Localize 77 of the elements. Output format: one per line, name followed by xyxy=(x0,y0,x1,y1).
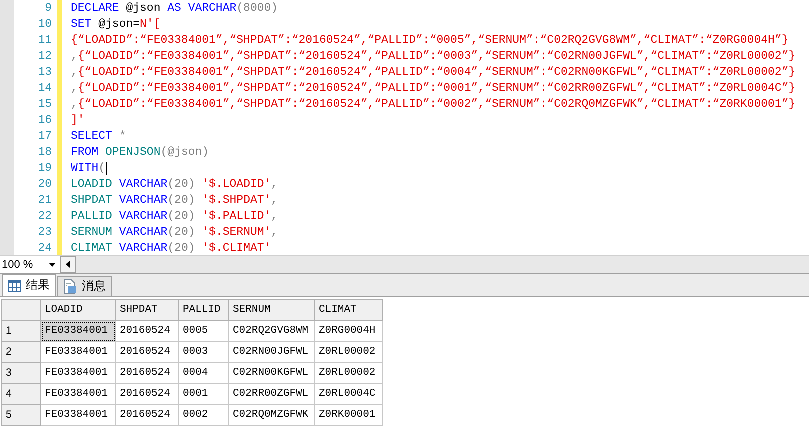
line-number: 18 xyxy=(37,146,52,158)
line-number: 19 xyxy=(37,162,52,174)
code-line: ,{“LOADID”:“FE03384001”,“SHPDAT”:“20160524”,“PALLID”:“0003”,“SERNUM”:“C02RN00JGFWL”,“CLIMAT”:“Z0RL00002”} xyxy=(71,50,796,62)
table-cell: Z0RG0004H xyxy=(314,320,382,342)
line-number: 15 xyxy=(37,98,52,110)
column-header[interactable]: SHPDAT xyxy=(116,300,178,320)
table-cell: C02RR00ZGFWL xyxy=(228,384,314,404)
table-cell: 0005 xyxy=(178,320,228,342)
line-number: 23 xyxy=(37,226,52,238)
result-tab[interactable]: 结果 xyxy=(2,274,56,296)
grid-icon xyxy=(8,280,21,292)
document-icon xyxy=(63,279,77,294)
table-cell: C02RQ0MZGFWK xyxy=(228,404,314,426)
left-arrow-icon xyxy=(66,261,70,268)
line-number: 11 xyxy=(37,34,52,46)
line-number: 16 xyxy=(37,114,52,126)
scroll-left-button[interactable] xyxy=(60,256,76,273)
table-cell: 20160524 xyxy=(116,404,178,426)
column-header[interactable]: SERNUM xyxy=(228,300,314,320)
code-line: CLIMAT VARCHAR(20) '$.CLIMAT' xyxy=(71,242,272,254)
line-number: 12 xyxy=(37,50,52,62)
table-cell: 20160524 xyxy=(116,342,178,362)
table-cell: FE03384001 xyxy=(40,362,116,384)
code-line: ,{“LOADID”:“FE03384001”,“SHPDAT”:“20160524”,“PALLID”:“0001”,“SERNUM”:“C02RR00ZGFWL”,“CLIMAT”:“Z0RL0004C”} xyxy=(71,82,796,94)
code-line: SET @json=N'[ xyxy=(71,18,161,30)
line-number: 22 xyxy=(37,210,52,222)
row-number[interactable]: 2 xyxy=(2,342,40,362)
result-tab[interactable]: 消息 xyxy=(57,276,112,296)
code-line: LOADID VARCHAR(20) '$.LOADID', xyxy=(71,178,278,190)
code-line: FROM OPENJSON(@json) xyxy=(71,146,210,158)
table-cell: 20160524 xyxy=(116,362,178,384)
table-cell: C02RN00KGFWL xyxy=(228,362,314,384)
line-number: 17 xyxy=(37,130,52,142)
row-number[interactable]: 1 xyxy=(2,320,40,342)
table-cell: 20160524 xyxy=(116,384,178,404)
grid-corner[interactable] xyxy=(2,300,40,320)
row-number[interactable]: 5 xyxy=(2,404,40,426)
code-line: DECLARE @json AS VARCHAR(8000) xyxy=(71,2,278,14)
table-cell: 0002 xyxy=(178,404,228,426)
code-line: ,{“LOADID”:“FE03384001”,“SHPDAT”:“20160524”,“PALLID”:“0002”,“SERNUM”:“C02RQ0MZGFWK”,“CLIMAT”:“Z0RK00001”} xyxy=(71,98,796,110)
dropdown-arrow-icon xyxy=(49,262,56,266)
table-cell: Z0RL00002 xyxy=(314,342,382,362)
table-cell: FE03384001 xyxy=(40,342,116,362)
code-line: {“LOADID”:“FE03384001”,“SHPDAT”:“20160524”,“PALLID”:“0005”,“SERNUM”:“C02RQ2GVG8WM”,“CLIMAT”:“Z0RG0004H”} xyxy=(71,34,789,46)
table-cell: Z0RL0004C xyxy=(314,384,382,404)
horizontal-scrollbar[interactable] xyxy=(76,256,809,273)
line-number: 24 xyxy=(37,242,52,254)
code-line: SERNUM VARCHAR(20) '$.SERNUM', xyxy=(71,226,278,238)
table-cell: 20160524 xyxy=(116,320,178,342)
table-cell: 0001 xyxy=(178,384,228,404)
code-line: SHPDAT VARCHAR(20) '$.SHPDAT', xyxy=(71,194,278,206)
table-cell: C02RN00JGFWL xyxy=(228,342,314,362)
line-number: 9 xyxy=(44,2,52,14)
table-cell: Z0RK00001 xyxy=(314,404,382,426)
table-cell: C02RQ2GVG8WM xyxy=(228,320,314,342)
line-number: 21 xyxy=(37,194,52,206)
column-header[interactable]: CLIMAT xyxy=(314,300,382,320)
row-number[interactable]: 4 xyxy=(2,384,40,404)
line-number: 20 xyxy=(37,178,52,190)
column-header[interactable]: LOADID xyxy=(40,300,116,320)
table-cell: 0004 xyxy=(178,362,228,384)
table-cell: 0003 xyxy=(178,342,228,362)
column-header[interactable]: PALLID xyxy=(178,300,228,320)
line-number: 13 xyxy=(37,66,52,78)
code-line: SELECT * xyxy=(71,130,126,142)
line-number: 14 xyxy=(37,82,52,94)
code-line: PALLID VARCHAR(20) '$.PALLID', xyxy=(71,210,278,222)
row-number[interactable]: 3 xyxy=(2,362,40,384)
code-line: WITH( xyxy=(71,162,106,174)
line-number: 10 xyxy=(37,18,52,30)
zoom-dropdown[interactable]: 100 % xyxy=(0,256,60,273)
table-cell: FE03384001 xyxy=(40,384,116,404)
code-line: ,{“LOADID”:“FE03384001”,“SHPDAT”:“20160524”,“PALLID”:“0004”,“SERNUM”:“C02RN00KGFWL”,“CLIMAT”:“Z0RL00002”} xyxy=(71,66,796,78)
code-line: ]' xyxy=(71,114,85,126)
table-cell: FE03384001 xyxy=(40,320,116,342)
table-cell: Z0RL00002 xyxy=(314,362,382,384)
table-cell: FE03384001 xyxy=(40,404,116,426)
